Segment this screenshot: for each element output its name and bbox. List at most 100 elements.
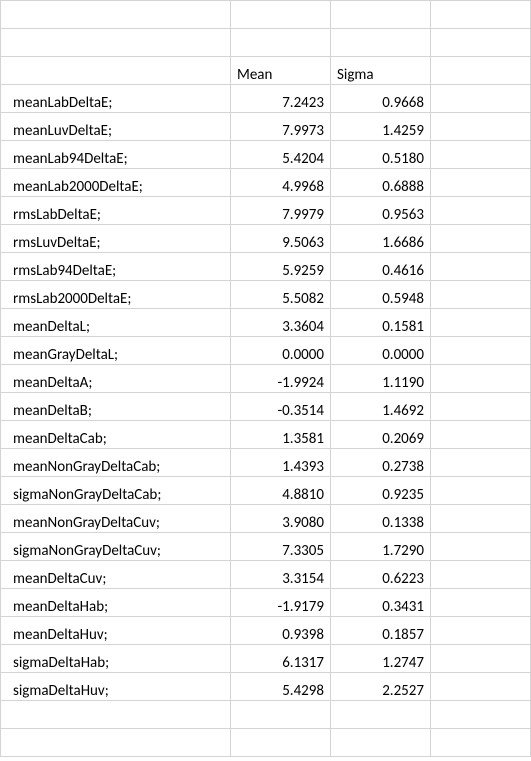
row-label[interactable]: sigmaNonGrayDeltaCuv; xyxy=(1,533,231,561)
row-label[interactable]: meanGrayDeltaL; xyxy=(1,337,231,365)
row-mean[interactable]: 7.9979 xyxy=(231,197,331,225)
row-pad[interactable] xyxy=(431,533,531,561)
table-row[interactable]: meanNonGrayDeltaCab;1.43930.2738 xyxy=(1,449,531,477)
row-sigma[interactable]: 1.7290 xyxy=(331,533,431,561)
row-pad[interactable] xyxy=(431,589,531,617)
row-mean[interactable]: -1.9179 xyxy=(231,589,331,617)
row-label[interactable]: rmsLabDeltaE; xyxy=(1,197,231,225)
table-row[interactable]: meanLabDeltaE;7.24230.9668 xyxy=(1,85,531,113)
blank-cell[interactable] xyxy=(431,729,531,757)
row-label[interactable]: rmsLab94DeltaE; xyxy=(1,253,231,281)
row-mean[interactable]: 7.2423 xyxy=(231,85,331,113)
row-sigma[interactable]: 0.5180 xyxy=(331,141,431,169)
row-label[interactable]: sigmaNonGrayDeltaCab; xyxy=(1,477,231,505)
row-sigma[interactable]: 0.9668 xyxy=(331,85,431,113)
row-label[interactable]: meanDeltaCab; xyxy=(1,421,231,449)
table-row[interactable]: rmsLabDeltaE;7.99790.9563 xyxy=(1,197,531,225)
row-label[interactable]: meanDeltaHab; xyxy=(1,589,231,617)
blank-row[interactable] xyxy=(1,729,531,757)
header-row[interactable]: Mean Sigma xyxy=(1,57,531,85)
blank-cell[interactable] xyxy=(331,701,431,729)
row-mean[interactable]: 5.9259 xyxy=(231,253,331,281)
row-label[interactable]: meanLab94DeltaE; xyxy=(1,141,231,169)
table-row[interactable]: sigmaNonGrayDeltaCab;4.88100.9235 xyxy=(1,477,531,505)
row-pad[interactable] xyxy=(431,113,531,141)
row-label[interactable]: meanDeltaL; xyxy=(1,309,231,337)
row-mean[interactable]: 1.4393 xyxy=(231,449,331,477)
table-row[interactable]: sigmaDeltaHuv;5.42982.2527 xyxy=(1,673,531,701)
row-pad[interactable] xyxy=(431,85,531,113)
row-pad[interactable] xyxy=(431,253,531,281)
row-pad[interactable] xyxy=(431,505,531,533)
row-pad[interactable] xyxy=(431,393,531,421)
row-pad[interactable] xyxy=(431,169,531,197)
table-row[interactable]: meanDeltaHuv;0.93980.1857 xyxy=(1,617,531,645)
row-sigma[interactable]: 0.2069 xyxy=(331,421,431,449)
row-pad[interactable] xyxy=(431,421,531,449)
row-mean[interactable]: 6.1317 xyxy=(231,645,331,673)
row-mean[interactable]: -1.9924 xyxy=(231,365,331,393)
blank-row[interactable] xyxy=(1,29,531,57)
row-mean[interactable]: 3.3154 xyxy=(231,561,331,589)
row-sigma[interactable]: 0.1581 xyxy=(331,309,431,337)
row-sigma[interactable]: 0.3431 xyxy=(331,589,431,617)
spreadsheet-table[interactable]: Mean Sigma meanLabDeltaE;7.24230.9668mea… xyxy=(0,0,531,757)
table-row[interactable]: sigmaNonGrayDeltaCuv;7.33051.7290 xyxy=(1,533,531,561)
row-pad[interactable] xyxy=(431,449,531,477)
table-row[interactable]: rmsLab94DeltaE;5.92590.4616 xyxy=(1,253,531,281)
row-pad[interactable] xyxy=(431,197,531,225)
row-mean[interactable]: 5.5082 xyxy=(231,281,331,309)
row-mean[interactable]: 1.3581 xyxy=(231,421,331,449)
row-label[interactable]: meanDeltaA; xyxy=(1,365,231,393)
row-label[interactable]: meanDeltaCuv; xyxy=(1,561,231,589)
table-row[interactable]: rmsLab2000DeltaE;5.50820.5948 xyxy=(1,281,531,309)
header-sigma[interactable]: Sigma xyxy=(331,57,431,85)
row-sigma[interactable]: 0.0000 xyxy=(331,337,431,365)
blank-cell[interactable] xyxy=(231,701,331,729)
blank-cell[interactable] xyxy=(1,701,231,729)
table-row[interactable]: meanLuvDeltaE;7.99731.4259 xyxy=(1,113,531,141)
row-mean[interactable]: 0.9398 xyxy=(231,617,331,645)
row-pad[interactable] xyxy=(431,309,531,337)
row-mean[interactable]: 4.8810 xyxy=(231,477,331,505)
row-label[interactable]: sigmaDeltaHab; xyxy=(1,645,231,673)
table-row[interactable]: meanDeltaHab;-1.91790.3431 xyxy=(1,589,531,617)
table-row[interactable]: sigmaDeltaHab;6.13171.2747 xyxy=(1,645,531,673)
blank-cell[interactable] xyxy=(331,729,431,757)
row-mean[interactable]: 5.4204 xyxy=(231,141,331,169)
header-pad[interactable] xyxy=(431,57,531,85)
row-pad[interactable] xyxy=(431,365,531,393)
table-row[interactable]: meanNonGrayDeltaCuv;3.90800.1338 xyxy=(1,505,531,533)
row-pad[interactable] xyxy=(431,477,531,505)
blank-cell[interactable] xyxy=(1,729,231,757)
blank-cell[interactable] xyxy=(431,701,531,729)
row-label[interactable]: meanDeltaHuv; xyxy=(1,617,231,645)
row-pad[interactable] xyxy=(431,225,531,253)
row-pad[interactable] xyxy=(431,617,531,645)
row-label[interactable]: rmsLuvDeltaE; xyxy=(1,225,231,253)
row-label[interactable]: meanNonGrayDeltaCuv; xyxy=(1,505,231,533)
row-label[interactable]: meanNonGrayDeltaCab; xyxy=(1,449,231,477)
row-sigma[interactable]: 0.1857 xyxy=(331,617,431,645)
table-row[interactable]: meanDeltaCab;1.35810.2069 xyxy=(1,421,531,449)
table-row[interactable]: meanLab2000DeltaE;4.99680.6888 xyxy=(1,169,531,197)
table-row[interactable]: rmsLuvDeltaE;9.50631.6686 xyxy=(1,225,531,253)
row-pad[interactable] xyxy=(431,645,531,673)
row-label[interactable]: meanLab2000DeltaE; xyxy=(1,169,231,197)
table-row[interactable]: meanDeltaB;-0.35141.4692 xyxy=(1,393,531,421)
row-label[interactable]: meanLabDeltaE; xyxy=(1,85,231,113)
row-mean[interactable]: 0.0000 xyxy=(231,337,331,365)
table-row[interactable]: meanGrayDeltaL;0.00000.0000 xyxy=(1,337,531,365)
row-mean[interactable]: 4.9968 xyxy=(231,169,331,197)
row-sigma[interactable]: 0.6223 xyxy=(331,561,431,589)
row-sigma[interactable]: 0.5948 xyxy=(331,281,431,309)
row-mean[interactable]: -0.3514 xyxy=(231,393,331,421)
row-sigma[interactable]: 0.9235 xyxy=(331,477,431,505)
row-sigma[interactable]: 1.2747 xyxy=(331,645,431,673)
row-pad[interactable] xyxy=(431,141,531,169)
header-blank[interactable] xyxy=(1,57,231,85)
row-pad[interactable] xyxy=(431,281,531,309)
row-pad[interactable] xyxy=(431,337,531,365)
table-row[interactable]: meanDeltaA;-1.99241.1190 xyxy=(1,365,531,393)
row-sigma[interactable]: 0.4616 xyxy=(331,253,431,281)
